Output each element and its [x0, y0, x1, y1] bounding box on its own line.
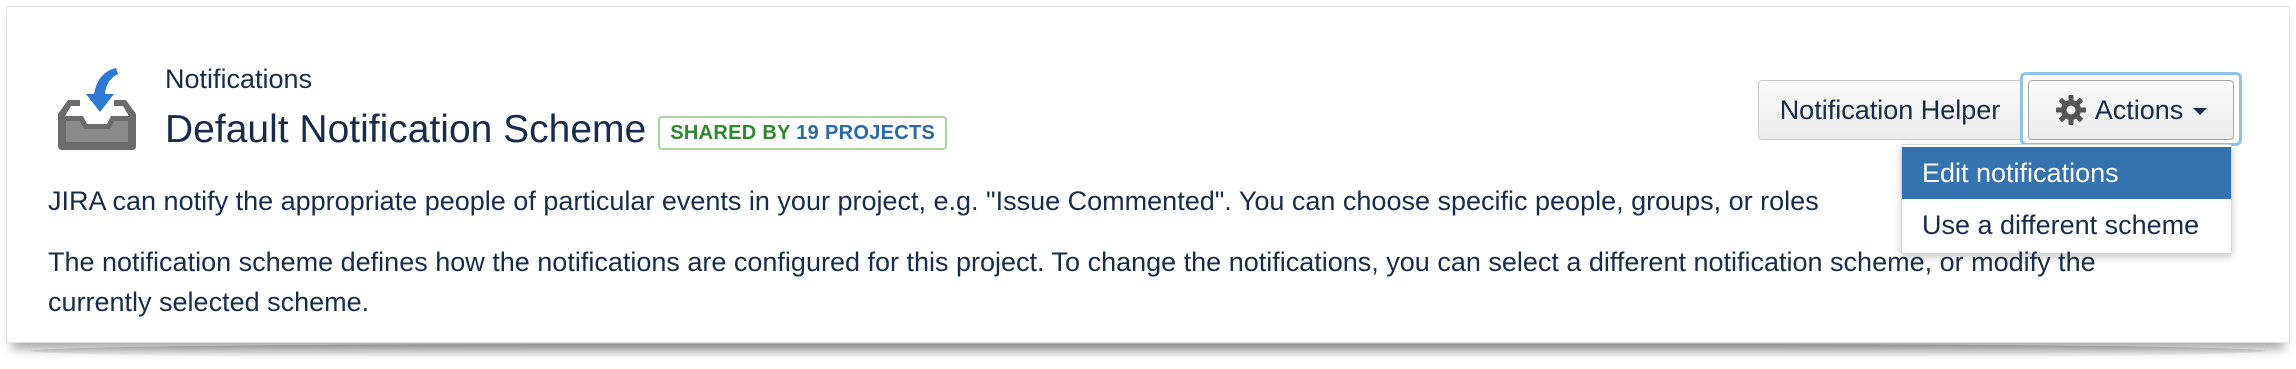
description-text: JIRA can notify the appropriate people o… [48, 186, 1819, 216]
scheme-description-text-continued: currently selected scheme. [48, 287, 370, 317]
panel-shadow [30, 344, 2266, 358]
inbox-download-icon [58, 68, 136, 150]
breadcrumb: Notifications [165, 64, 313, 94]
title-row: Default Notification Scheme SHARED BY 19… [165, 105, 948, 155]
page: Notifications Default Notification Schem… [0, 0, 2296, 369]
chevron-down-icon [2193, 108, 2208, 115]
scheme-description-text: The notification scheme defines how the … [48, 247, 2096, 277]
menu-item-edit-notifications[interactable]: Edit notifications [1902, 147, 2231, 199]
page-title: Default Notification Scheme [165, 108, 647, 151]
badge-suffix: PROJECTS [824, 122, 936, 144]
actions-button[interactable]: Actions [2028, 80, 2234, 140]
actions-dropdown-menu: Edit notifications Use a different schem… [1901, 144, 2232, 254]
badge-project-count: 19 [796, 122, 825, 144]
badge-prefix: SHARED BY [670, 122, 797, 144]
notification-helper-button[interactable]: Notification Helper [1758, 80, 2022, 140]
shared-by-badge[interactable]: SHARED BY 19 PROJECTS [658, 116, 948, 150]
actions-label: Actions [2094, 94, 2184, 125]
gear-icon [2055, 95, 2086, 125]
